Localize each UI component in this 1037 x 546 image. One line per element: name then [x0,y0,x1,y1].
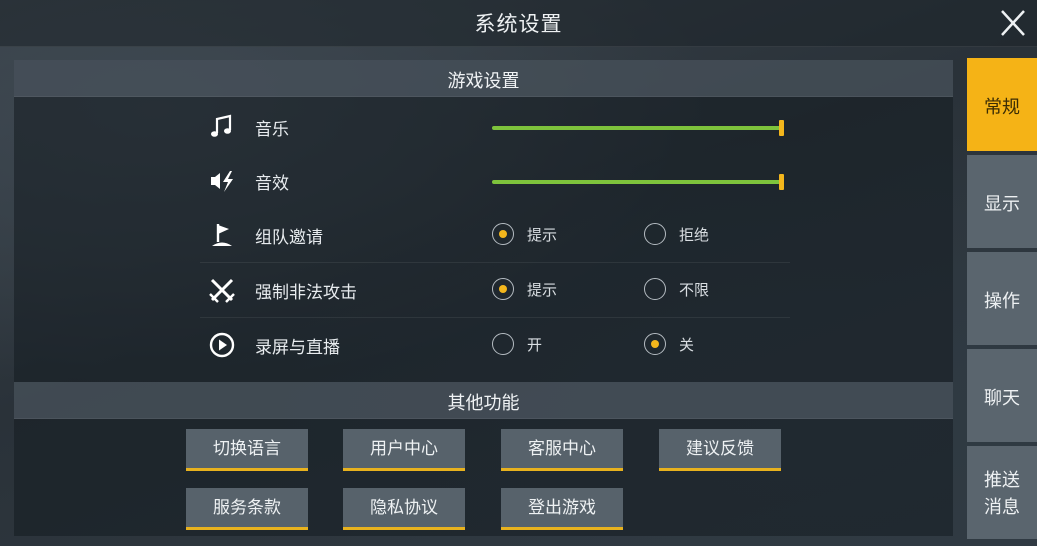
settings-panel: 游戏设置 音乐 音效 组队邀请 提示 拒绝 强制非法攻击 提示 不限 录屏与直播… [14,60,953,536]
sfx-label: 音效 [255,174,289,194]
radio-selected-dot [499,285,507,293]
recording-label: 录屏与直播 [255,338,340,358]
other-functions-header: 其他功能 [14,382,953,419]
section-title-other: 其他功能 [447,393,520,414]
sfx-row: 音效 [200,154,790,208]
tab-general[interactable]: 常规 [967,58,1037,151]
user-center-button[interactable]: 用户中心 [343,429,465,471]
terms-of-service-button[interactable]: 服务条款 [186,488,308,530]
forced-attack-row: 强制非法攻击 提示 不限 [200,263,790,318]
customer-service-button[interactable]: 客服中心 [501,429,623,471]
tab-push-notifications[interactable]: 推送 消息 [967,446,1037,539]
music-row: 音乐 [200,100,790,154]
radio-selected-dot [651,340,659,348]
team-invite-label: 组队邀请 [255,228,323,248]
game-settings-header: 游戏设置 [14,60,953,97]
page-title: 系统设置 [474,12,563,36]
team-invite-row: 组队邀请 提示 拒绝 [200,208,790,263]
sfx-slider-handle[interactable] [779,174,784,190]
feedback-button[interactable]: 建议反馈 [659,429,781,471]
music-note-icon [208,113,236,141]
tab-display[interactable]: 显示 [967,155,1037,248]
tab-chat[interactable]: 聊天 [967,349,1037,442]
crossed-swords-icon [208,276,236,304]
forced-attack-label: 强制非法攻击 [255,283,357,303]
privacy-policy-button[interactable]: 隐私协议 [343,488,465,530]
close-icon[interactable] [995,6,1031,40]
music-volume-slider[interactable] [492,120,784,136]
sfx-volume-slider[interactable] [492,174,784,190]
switch-language-button[interactable]: 切换语言 [186,429,308,471]
recording-row: 录屏与直播 开 关 [200,318,790,372]
title-bar: 系统设置 [0,0,1037,47]
logout-button[interactable]: 登出游戏 [501,488,623,530]
sound-effect-icon [208,167,236,195]
music-label: 音乐 [255,120,289,140]
flag-icon [208,221,236,249]
tab-controls[interactable]: 操作 [967,252,1037,345]
music-slider-handle[interactable] [779,120,784,136]
radio-selected-dot [499,230,507,238]
play-circle-icon [208,331,236,359]
section-title-game: 游戏设置 [447,71,520,92]
